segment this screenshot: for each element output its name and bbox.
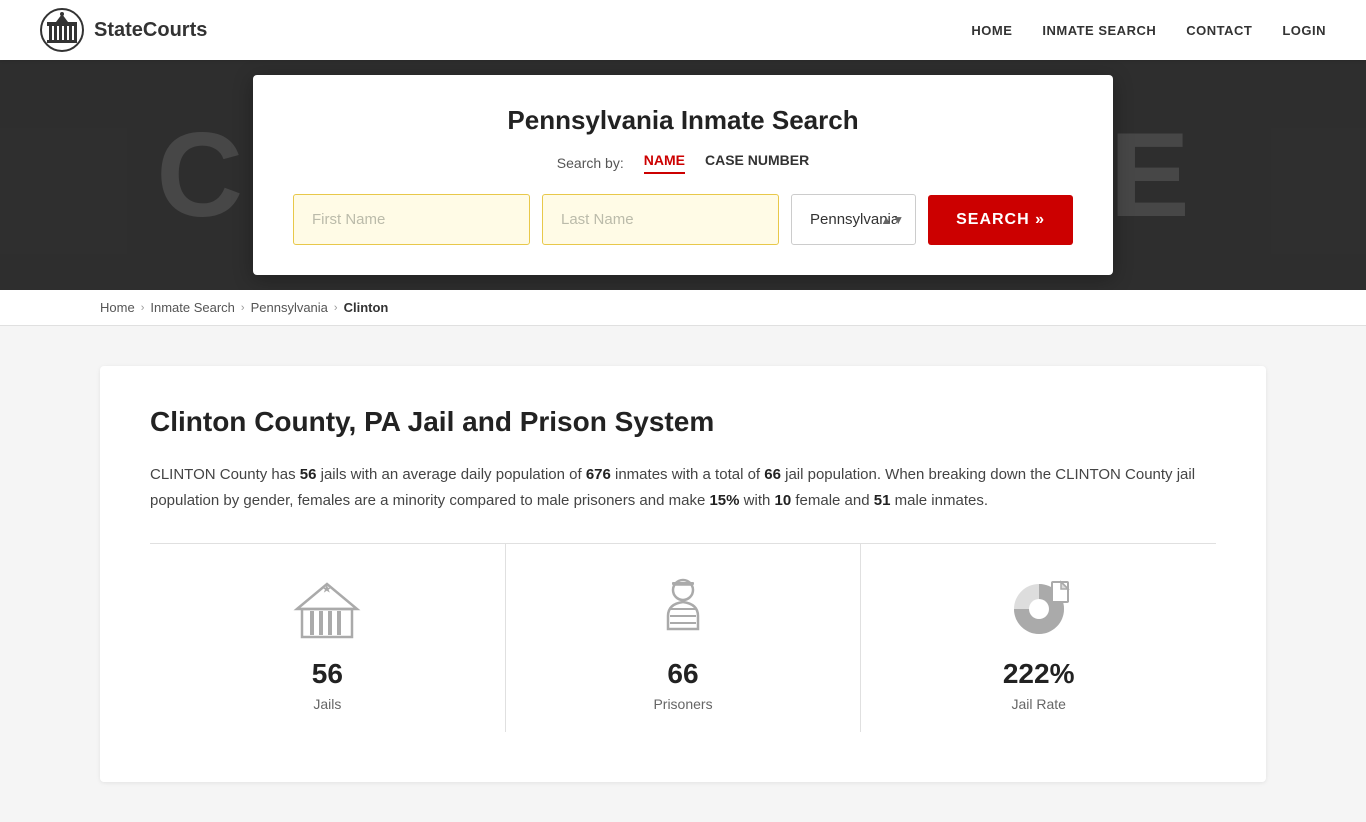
desc-end: male inmates. [890, 492, 988, 509]
jails-icon [292, 574, 362, 644]
logo-icon [40, 8, 84, 52]
nav-inmate-search[interactable]: INMATE SEARCH [1042, 23, 1156, 38]
search-card: Pennsylvania Inmate Search Search by: NA… [253, 75, 1113, 275]
stat-jails: 56 Jails [150, 544, 506, 732]
desc-intro: CLINTON County has [150, 466, 300, 483]
desc-male: 51 [874, 492, 891, 509]
search-inputs-row: Pennsylvania Alabama Alaska Arizona Arka… [293, 194, 1073, 245]
search-button[interactable]: SEARCH » [928, 195, 1073, 245]
desc-mid2: inmates with a total of [611, 466, 764, 483]
stats-row: 56 Jails [150, 543, 1216, 732]
breadcrumb-sep-2: › [241, 302, 245, 314]
desc-mid5: female and [791, 492, 874, 509]
nav-contact[interactable]: CONTACT [1186, 23, 1252, 38]
logo-text: StateCourts [94, 19, 207, 42]
desc-pop: 676 [586, 466, 611, 483]
stat-jail-rate: 222% Jail Rate [861, 544, 1216, 732]
prisoners-icon [648, 574, 718, 644]
desc-female: 10 [775, 492, 792, 509]
breadcrumb-sep-3: › [334, 302, 338, 314]
search-by-row: Search by: NAME CASE NUMBER [293, 152, 1073, 174]
breadcrumb-sep-1: › [141, 302, 145, 314]
tab-case-number[interactable]: CASE NUMBER [705, 152, 809, 174]
desc-total: 66 [764, 466, 781, 483]
jail-rate-icon [1004, 574, 1074, 644]
jail-rate-number: 222% [1003, 658, 1075, 690]
state-select[interactable]: Pennsylvania Alabama Alaska Arizona Arka… [791, 194, 916, 245]
breadcrumb-pennsylvania[interactable]: Pennsylvania [251, 300, 328, 315]
search-card-title: Pennsylvania Inmate Search [293, 105, 1073, 136]
desc-pct: 15% [709, 492, 739, 509]
jail-rate-label: Jail Rate [1011, 696, 1065, 712]
header: StateCourts HOME INMATE SEARCH CONTACT L… [0, 0, 1366, 60]
page-title: Clinton County, PA Jail and Prison Syste… [150, 406, 1216, 438]
nav-home[interactable]: HOME [971, 23, 1012, 38]
breadcrumb: Home › Inmate Search › Pennsylvania › Cl… [0, 290, 1366, 326]
desc-mid1: jails with an average daily population o… [316, 466, 585, 483]
logo[interactable]: StateCourts [40, 8, 207, 52]
desc-mid4: with [740, 492, 775, 509]
tab-name[interactable]: NAME [644, 152, 685, 174]
nav-login[interactable]: LOGIN [1282, 23, 1326, 38]
breadcrumb-current: Clinton [344, 300, 389, 315]
desc-jails: 56 [300, 466, 317, 483]
hero-section: COURTHOUSE Pennsylvania Inmate Search Se… [0, 60, 1366, 290]
jails-label: Jails [313, 696, 341, 712]
stat-prisoners: 66 Prisoners [506, 544, 862, 732]
jails-number: 56 [312, 658, 343, 690]
content-card: Clinton County, PA Jail and Prison Syste… [100, 366, 1266, 782]
prisoners-number: 66 [667, 658, 698, 690]
state-select-wrap: Pennsylvania Alabama Alaska Arizona Arka… [791, 194, 916, 245]
content-description: CLINTON County has 56 jails with an aver… [150, 462, 1216, 513]
main-nav: HOME INMATE SEARCH CONTACT LOGIN [971, 23, 1326, 38]
first-name-input[interactable] [293, 194, 530, 245]
breadcrumb-inmate-search[interactable]: Inmate Search [150, 300, 235, 315]
main-content: Clinton County, PA Jail and Prison Syste… [0, 326, 1366, 822]
breadcrumb-home[interactable]: Home [100, 300, 135, 315]
last-name-input[interactable] [542, 194, 779, 245]
search-by-label: Search by: [557, 155, 624, 171]
prisoners-label: Prisoners [653, 696, 712, 712]
